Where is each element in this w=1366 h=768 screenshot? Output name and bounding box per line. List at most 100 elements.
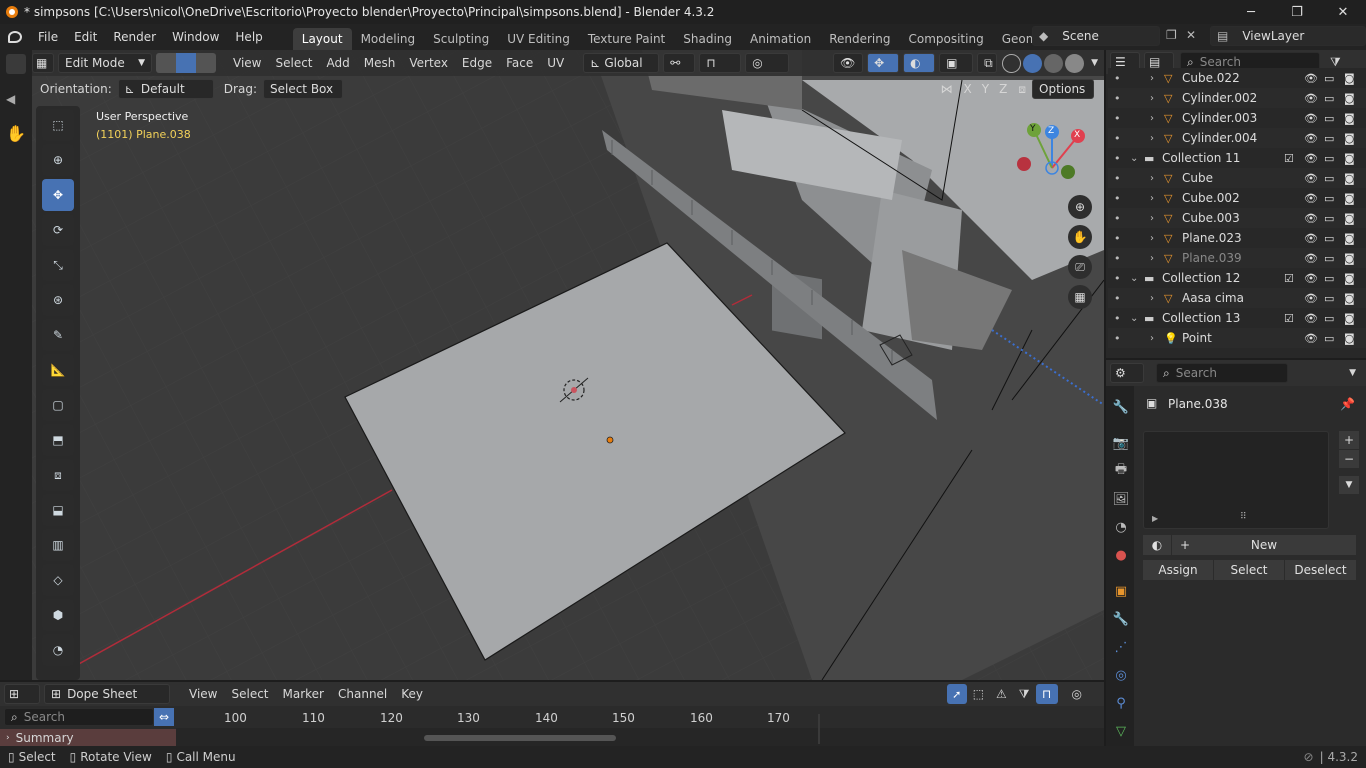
visibility-eye-icon[interactable]: 👁 [1304,332,1318,345]
viewport-toggle-icon[interactable]: ▭ [1324,292,1334,305]
expand-icon[interactable]: › [1150,293,1154,304]
viewport-menu-add[interactable]: Add [320,56,357,70]
drag-dropdown[interactable]: Select Box [262,79,343,99]
move-tool-icon[interactable]: ✥ [42,179,74,211]
viewport-toggle-icon[interactable]: ▭ [1324,72,1334,85]
viewport-toggle-icon[interactable]: ▭ [1324,332,1334,345]
viewport-toggle-icon[interactable]: ▭ [1324,132,1334,145]
dope-menu-channel[interactable]: Channel [331,687,394,701]
edge-select-icon[interactable] [176,53,196,73]
tab-texture-paint[interactable]: Texture Paint [579,28,674,50]
solid-shading-icon[interactable] [1023,53,1043,73]
viewport-menu-face[interactable]: Face [499,56,540,70]
collapse-icon[interactable]: ⌄ [1130,313,1138,324]
outliner-object-row[interactable]: • › ▽ Aasa cima 👁 ▭ ◙ [1108,288,1366,308]
viewport-toggle-icon[interactable]: ▭ [1324,192,1334,205]
mirror-y-toggle[interactable]: Y [982,82,989,96]
outliner-object-row[interactable]: • › ▽ Plane.023 👁 ▭ ◙ [1108,228,1366,248]
editor-type-icon[interactable] [6,54,26,74]
transform-tool-icon[interactable]: ⊛ [42,284,74,316]
navigation-gizmo[interactable]: Z X Y [1016,118,1096,198]
tab-animation[interactable]: Animation [741,28,820,50]
knife-tool-icon[interactable]: ◇ [42,564,74,596]
pan-icon[interactable]: ✋ [1068,225,1092,249]
visibility-eye-icon[interactable]: 👁 [1304,272,1318,285]
viewport-toggle-icon[interactable]: ▭ [1324,252,1334,265]
remove-scene-icon[interactable]: ✕ [1186,28,1202,44]
visibility-eye-icon[interactable]: 👁 [1304,152,1318,165]
exclude-checkbox[interactable]: ☑ [1284,152,1294,165]
summary-channel[interactable]: › Summary [0,729,176,746]
exclude-checkbox[interactable]: ☑ [1284,312,1294,325]
expand-icon[interactable]: › [1150,333,1154,344]
maximize-button[interactable]: ❐ [1274,0,1320,24]
viewport-toggle-icon[interactable]: ▭ [1324,112,1334,125]
tab-modeling[interactable]: Modeling [352,28,425,50]
cursor-tool-icon[interactable]: ⊕ [42,144,74,176]
outliner-object-row[interactable]: • › ▽ Cube.022 👁 ▭ ◙ [1108,68,1366,88]
tab-compositing[interactable]: Compositing [899,28,992,50]
visibility-eye-icon[interactable]: 👁 [1304,92,1318,105]
render-toggle-icon[interactable]: ◙ [1344,72,1355,85]
spin-tool-icon[interactable]: ◔ [42,634,74,666]
scene-tab-icon[interactable]: ◔ [1110,516,1132,538]
camera-view-icon[interactable]: ⎚ [1068,255,1092,279]
expand-icon[interactable]: › [1150,113,1154,124]
viewport-menu-view[interactable]: View [226,56,268,70]
render-toggle-icon[interactable]: ◙ [1344,312,1355,325]
viewport-menu-mesh[interactable]: Mesh [357,56,403,70]
expand-icon[interactable]: › [1150,213,1154,224]
mirror-icon[interactable]: ⋈ [941,82,953,96]
outliner-collection-row[interactable]: • ⌄ ▬ Collection 12 ☑ 👁 ▭ ◙ [1108,268,1366,288]
render-toggle-icon[interactable]: ◙ [1344,212,1355,225]
collapse-icon[interactable]: ◀ [6,92,26,106]
expand-list-icon[interactable]: ▶ [1152,514,1158,523]
expand-icon[interactable]: › [1150,73,1154,84]
render-toggle-icon[interactable]: ◙ [1344,112,1355,125]
collapse-icon[interactable]: ⌄ [1130,273,1138,284]
outliner-object-row[interactable]: • › ▽ Cylinder.003 👁 ▭ ◙ [1108,108,1366,128]
viewport-toggle-icon[interactable]: ▭ [1324,152,1334,165]
viewport-toggle-icon[interactable]: ▭ [1324,312,1334,325]
visibility-eye-icon[interactable]: 👁 [1304,172,1318,185]
outliner-collection-row[interactable]: • ⌄ ▬ Collection 11 ☑ 👁 ▭ ◙ [1108,148,1366,168]
poly-build-tool-icon[interactable]: ⬢ [42,599,74,631]
outliner-object-row[interactable]: • › ▽ Cube.003 👁 ▭ ◙ [1108,208,1366,228]
exclude-checkbox[interactable]: ☑ [1284,272,1294,285]
overlay-toggle-icon[interactable]: ◐ [903,53,936,73]
dope-proportional-icon[interactable]: ◎ [1072,687,1082,701]
minimize-button[interactable]: ─ [1228,0,1274,24]
menu-edit[interactable]: Edit [66,24,105,50]
3d-viewport[interactable]: ▦ Edit Mode ▼ View Select Add Mesh Vertex… [32,50,1104,680]
physics-tab-icon[interactable]: ◎ [1110,664,1132,686]
outliner-object-row[interactable]: • › ▽ Cube 👁 ▭ ◙ [1108,168,1366,188]
orientation-dropdown[interactable]: ⊾ Default [117,79,214,99]
render-toggle-icon[interactable]: ◙ [1344,172,1355,185]
visibility-eye-icon[interactable]: 👁 [1304,232,1318,245]
warning-icon[interactable]: ⚠ [996,687,1007,701]
menu-render[interactable]: Render [105,24,164,50]
outliner-collection-row[interactable]: • ⌄ ▬ Collection 13 ☑ 👁 ▭ ◙ [1108,308,1366,328]
material-slot-list[interactable]: ▶ ⠿ [1143,431,1329,529]
loop-cut-tool-icon[interactable]: ▥ [42,529,74,561]
blender-menu-icon[interactable] [0,24,30,50]
object-tab-icon[interactable]: ▣ [1110,580,1132,602]
render-toggle-icon[interactable]: ◙ [1344,152,1355,165]
render-toggle-icon[interactable]: ◙ [1344,332,1355,345]
browse-material-icon[interactable]: ◐ [1143,535,1171,555]
viewport-toggle-icon[interactable]: ▭ [1324,272,1334,285]
visibility-eye-icon[interactable]: 👁 [1304,252,1318,265]
menu-help[interactable]: Help [227,24,270,50]
outliner-object-row[interactable]: • › ▽ Cube.002 👁 ▭ ◙ [1108,188,1366,208]
add-slot-button[interactable]: + [1339,431,1359,449]
collapse-icon[interactable]: ⌄ [1130,153,1138,164]
mirror-z-toggle[interactable]: Z [999,82,1007,96]
outliner-object-row[interactable]: • › 💡 Point 👁 ▭ ◙ [1108,328,1366,348]
viewport-editor-type[interactable]: ▦ [32,53,54,73]
viewport-toggle-icon[interactable]: ▭ [1324,92,1334,105]
tab-uv-editing[interactable]: UV Editing [498,28,579,50]
outliner-object-row[interactable]: • › ▽ Cylinder.004 👁 ▭ ◙ [1108,128,1366,148]
only-selected-icon[interactable]: ➚ [946,684,967,704]
viewport-menu-select[interactable]: Select [268,56,319,70]
viewport-menu-edge[interactable]: Edge [455,56,499,70]
